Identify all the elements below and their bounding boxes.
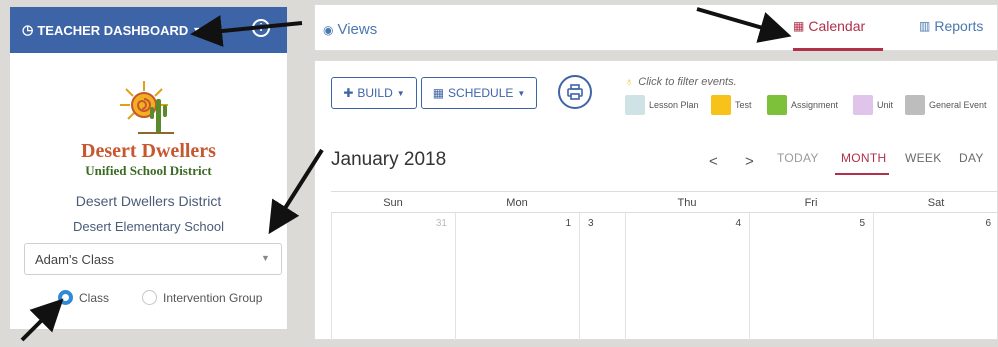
arrow-to-class-radio [20, 298, 64, 342]
arrow-to-dashboard-menu [190, 15, 303, 47]
arrow-to-calendar-tab [696, 7, 792, 43]
arrow-to-class-select [268, 148, 324, 235]
annotation-arrows [20, 7, 792, 342]
